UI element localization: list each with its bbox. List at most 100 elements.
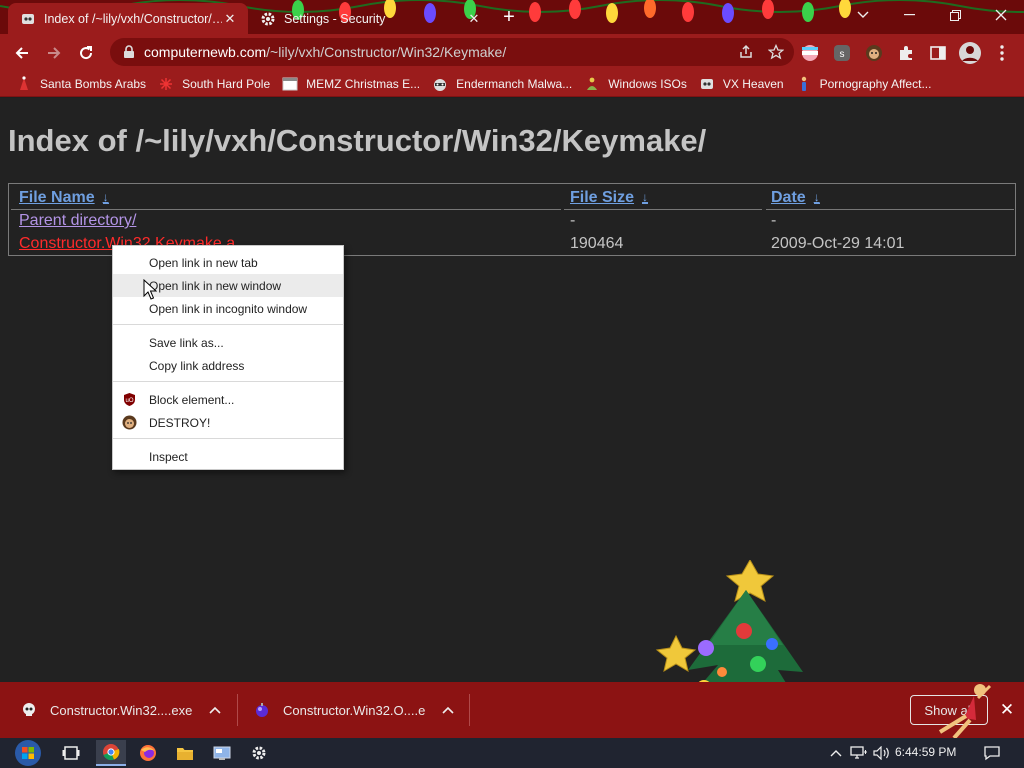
action-center-icon[interactable] xyxy=(982,743,1002,763)
download-item[interactable]: Constructor.Win32.O....e xyxy=(253,682,455,738)
url-path: /~lily/vxh/Constructor/Win32/Keymake/ xyxy=(266,44,507,60)
tab-index-of[interactable]: Index of /~lily/vxh/Constructor/… ✕ xyxy=(8,3,248,34)
bookmark-label: VX Heaven xyxy=(722,76,784,91)
chevron-up-icon[interactable] xyxy=(441,703,455,717)
chrome-taskbar-icon[interactable] xyxy=(96,740,126,766)
page-title: Index of /~lily/vxh/Constructor/Win32/Ke… xyxy=(8,123,707,158)
close-window-button[interactable] xyxy=(978,0,1024,30)
chevron-up-icon[interactable] xyxy=(208,703,222,717)
tab-close-icon[interactable]: ✕ xyxy=(466,11,482,27)
puzzle-extensions-icon[interactable] xyxy=(896,43,916,63)
new-tab-button[interactable]: + xyxy=(498,7,520,29)
vx-heaven-icon xyxy=(699,76,715,92)
vx-heaven-icon xyxy=(20,11,36,27)
taskbar-clock[interactable]: 6:44:59 PM xyxy=(895,745,956,759)
windows-taskbar: 6:44:59 PM xyxy=(0,738,1024,768)
volume-icon[interactable] xyxy=(872,743,892,763)
ublock-shield-icon: uO xyxy=(124,393,135,406)
bookmark-label: South Hard Pole xyxy=(182,76,271,91)
tab-search-chevron-icon[interactable] xyxy=(840,0,886,30)
download-divider xyxy=(237,694,238,726)
profile-avatar-icon[interactable] xyxy=(958,41,982,65)
menu-copy-link-address[interactable]: Copy link address xyxy=(113,354,343,377)
bookmark-pornography-affect[interactable]: Pornography Affect... xyxy=(792,73,940,95)
share-icon[interactable] xyxy=(738,44,754,65)
url-text: computernewb.com/~lily/vxh/Constructor/W… xyxy=(144,44,506,60)
settings-gear-taskbar-icon[interactable] xyxy=(244,740,274,766)
download-filename: Constructor.Win32.O....e xyxy=(283,702,426,718)
file-explorer-icon[interactable] xyxy=(170,740,200,766)
bookmark-star-icon[interactable] xyxy=(767,43,785,65)
column-header-date[interactable]: Date ↓ xyxy=(771,187,820,209)
sort-arrow-icon: ↓ xyxy=(102,190,109,204)
face-extension-icon[interactable] xyxy=(864,43,884,63)
menu-separator xyxy=(113,324,343,325)
task-view-icon[interactable] xyxy=(56,740,86,766)
address-bar[interactable]: computernewb.com/~lily/vxh/Constructor/W… xyxy=(110,38,794,66)
tab-title: Index of /~lily/vxh/Constructor/… xyxy=(44,11,222,26)
file-size-cell: - xyxy=(570,212,576,229)
close-downloads-bar-icon[interactable]: ✕ xyxy=(997,700,1017,720)
svg-text:s: s xyxy=(840,49,845,60)
menu-label: Block element... xyxy=(149,392,235,407)
santa-icon xyxy=(16,75,32,92)
purple-orb-file-icon xyxy=(253,701,271,719)
column-header-file-name[interactable]: File Name ↓ xyxy=(19,187,109,209)
skull-file-icon xyxy=(20,701,38,719)
download-item[interactable]: Constructor.Win32....exe xyxy=(20,682,222,738)
date-cell: - xyxy=(771,212,777,229)
show-hidden-icons-chevron-icon[interactable] xyxy=(826,743,846,763)
control-panel-icon[interactable] xyxy=(207,740,237,766)
menu-open-new-tab[interactable]: Open link in new tab xyxy=(113,251,343,274)
restore-button[interactable] xyxy=(932,0,978,30)
header-rule xyxy=(564,209,762,210)
reload-icon[interactable] xyxy=(74,41,98,65)
tab-settings-security[interactable]: Settings - Security ✕ xyxy=(252,3,492,34)
download-filename: Constructor.Win32....exe xyxy=(50,702,193,718)
forward-arrow-icon[interactable] xyxy=(42,41,66,65)
bookmark-vx-heaven[interactable]: VX Heaven xyxy=(695,73,792,95)
bookmark-endermanch-malware[interactable]: Endermanch Malwa... xyxy=(428,73,580,95)
screen: Index of /~lily/vxh/Constructor/… ✕ Sett… xyxy=(0,0,1024,768)
date-cell: 2009-Oct-29 14:01 xyxy=(771,235,905,252)
kebab-menu-icon[interactable] xyxy=(992,43,1012,63)
bookmark-south-hard-pole[interactable]: South Hard Pole xyxy=(154,73,278,95)
menu-save-link-as[interactable]: Save link as... xyxy=(113,331,343,354)
side-panel-icon[interactable] xyxy=(928,43,948,63)
raccoon-icon xyxy=(432,76,448,92)
parent-directory-link[interactable]: Parent directory/ xyxy=(19,212,136,230)
snowflake-icon xyxy=(158,76,174,92)
url-host: computernewb.com xyxy=(144,44,267,60)
menu-separator xyxy=(113,381,343,382)
bookmark-memz-christmas[interactable]: MEMZ Christmas E... xyxy=(278,73,428,95)
sort-arrow-icon: ↓ xyxy=(813,190,820,204)
face-extension-icon xyxy=(122,415,137,430)
menu-block-element[interactable]: uO Block element... xyxy=(113,388,343,411)
start-button[interactable] xyxy=(10,738,46,768)
browser-toolbar: computernewb.com/~lily/vxh/Constructor/W… xyxy=(0,34,1024,71)
download-divider xyxy=(469,694,470,726)
column-header-file-size[interactable]: File Size ↓ xyxy=(570,187,649,209)
bookmark-label: Pornography Affect... xyxy=(819,76,932,91)
flag-extension-icon[interactable] xyxy=(800,43,820,63)
s-extension-icon[interactable]: s xyxy=(832,43,852,63)
header-rule xyxy=(11,209,561,210)
bookmark-label: Windows ISOs xyxy=(608,76,687,91)
bookmarks-bar: Santa Bombs Arabs South Hard Pole MEMZ C… xyxy=(0,71,1024,97)
gear-icon xyxy=(260,11,276,27)
bookmark-santa-bombs-arabs[interactable]: Santa Bombs Arabs xyxy=(12,73,154,95)
tab-strip: Index of /~lily/vxh/Constructor/… ✕ Sett… xyxy=(0,0,1024,34)
bookmark-label: Santa Bombs Arabs xyxy=(40,76,147,91)
network-icon[interactable] xyxy=(849,743,869,763)
menu-destroy[interactable]: DESTROY! xyxy=(113,411,343,434)
svg-text:uO: uO xyxy=(125,398,133,404)
dancing-figure-decoration xyxy=(938,684,992,740)
firefox-taskbar-icon[interactable] xyxy=(133,740,163,766)
column-header-label: File Size xyxy=(570,189,635,206)
minimize-button[interactable] xyxy=(886,0,932,30)
back-arrow-icon[interactable] xyxy=(10,41,34,65)
tab-close-icon[interactable]: ✕ xyxy=(222,11,238,27)
header-rule xyxy=(766,209,1014,210)
bookmark-windows-isos[interactable]: Windows ISOs xyxy=(580,73,695,95)
menu-inspect[interactable]: Inspect xyxy=(113,445,343,468)
